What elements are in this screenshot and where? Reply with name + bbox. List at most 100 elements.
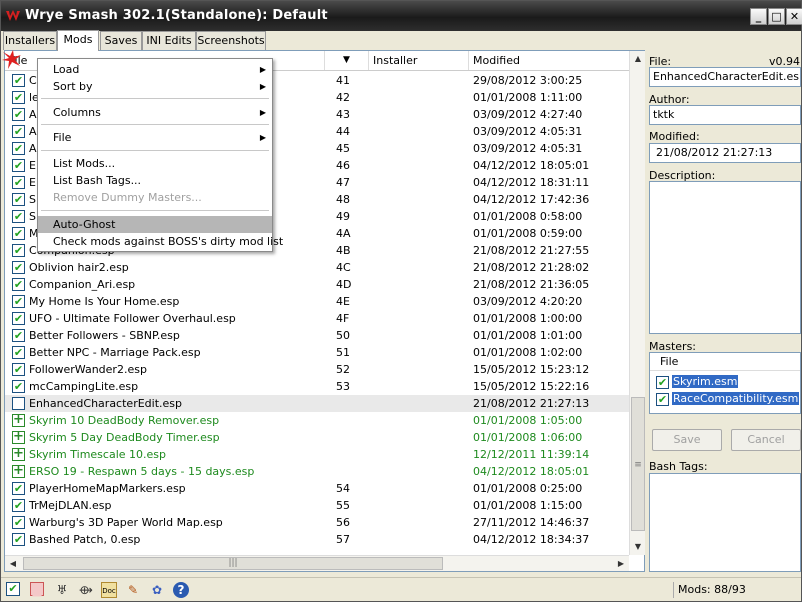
checkmark-icon[interactable]: ✔ (12, 295, 25, 308)
checkmark-icon[interactable]: ✔ (656, 375, 669, 389)
master-row-skyrim[interactable]: ✔ Skyrim.esm (656, 373, 739, 390)
checkmark-icon[interactable]: ✔ (12, 312, 25, 325)
checkmark-icon[interactable]: ✔ (12, 125, 25, 138)
bash-tags-field[interactable] (649, 473, 801, 572)
master-row-racecompat[interactable]: ✔ RaceCompatibility.esm (656, 390, 800, 407)
tab-saves[interactable]: Saves (100, 31, 142, 50)
tab-mods[interactable]: Mods (57, 30, 99, 51)
mod-modified-date: 01/01/2008 1:06:00 (473, 431, 583, 444)
cancel-button[interactable]: Cancel (731, 429, 801, 451)
plus-icon[interactable]: + (12, 464, 25, 478)
table-row[interactable]: + Skyrim Timescale 10.esp 12/12/2011 11:39… (5, 446, 629, 463)
menu-item-list-mods[interactable]: List Mods... (38, 155, 272, 172)
checkmark-icon[interactable]: ✔ (12, 176, 25, 189)
edit-icon[interactable]: ✎ (125, 582, 141, 598)
horizontal-scroll-thumb[interactable]: ||| (23, 557, 443, 570)
checkmark-icon[interactable]: ✔ (12, 261, 25, 274)
check-all-icon[interactable]: ✔ (6, 582, 20, 596)
menu-item-list-bash-tags[interactable]: List Bash Tags... (38, 172, 272, 189)
table-row[interactable]: ✔ Companion_Ari.esp 4D 21/08/2012 21:36:05 (5, 276, 629, 293)
checkmark-icon[interactable]: ✔ (12, 380, 25, 393)
checkmark-icon[interactable]: ✔ (656, 392, 669, 406)
help-icon[interactable]: ? (173, 582, 189, 598)
table-row[interactable]: + ERSO 19 - Respawn 5 days - 15 days.esp 0… (5, 463, 629, 480)
table-row[interactable]: ✔ Oblivion hair2.esp 4C 21/08/2012 21:28:02 (5, 259, 629, 276)
table-row[interactable]: EnhancedCharacterEdit.esp 21/08/2012 21:2… (5, 395, 629, 412)
table-row[interactable]: + Skyrim 10 DeadBody Remover.esp 01/01/200… (5, 412, 629, 429)
submenu-arrow-icon: ▶ (259, 65, 266, 74)
checkmark-icon[interactable]: ✔ (12, 482, 25, 495)
checkmark-icon[interactable]: ✔ (12, 346, 25, 359)
checkbox-empty[interactable] (12, 397, 25, 410)
maximize-button[interactable]: □ (768, 8, 785, 25)
checkmark-icon[interactable]: ✔ (12, 193, 25, 206)
menu-item-auto-ghost[interactable]: Auto-Ghost (38, 216, 272, 233)
tab-ini-edits[interactable]: INI Edits (142, 31, 196, 50)
mod-modified-date: 04/12/2012 18:05:01 (473, 465, 590, 478)
title-bar[interactable]: Wrye Smash 302.1(Standalone): Default _ … (1, 1, 802, 31)
checkmark-icon[interactable]: ✔ (12, 91, 25, 104)
table-row[interactable]: ✔ PlayerHomeMapMarkers.esp 54 01/01/2008 0:… (5, 480, 629, 497)
checkmark-icon[interactable]: ✔ (12, 363, 25, 376)
checkmark-icon[interactable]: ✔ (12, 244, 25, 257)
cursor-splat-icon (2, 50, 21, 69)
horizontal-scrollbar[interactable]: ◀ ||| ▶ (5, 555, 629, 571)
column-installer[interactable]: Installer (369, 51, 469, 70)
scroll-left-icon[interactable]: ◀ (5, 556, 21, 572)
column-modified[interactable]: Modified (469, 51, 629, 70)
checkmark-icon[interactable]: ✔ (12, 108, 25, 121)
table-row[interactable]: ✔ Bashed Patch, 0.esp 57 04/12/2012 18:34:3… (5, 531, 629, 548)
vertical-scrollbar[interactable]: ▲ ≡ ▼ (629, 51, 645, 555)
link-tool-icon[interactable]: ⟴ (78, 582, 94, 598)
menu-item-file[interactable]: File ▶ (38, 129, 272, 146)
checkmark-icon[interactable]: ✔ (12, 533, 25, 546)
scroll-up-icon[interactable]: ▲ (630, 51, 646, 67)
checkmark-icon[interactable]: ✔ (12, 227, 25, 240)
plus-icon[interactable]: + (12, 430, 25, 444)
doc-browser-icon[interactable]: Doc (101, 582, 117, 598)
menu-item-check-boss[interactable]: Check mods against BOSS's dirty mod list (38, 233, 283, 250)
modified-field[interactable]: 21/08/2012 21:27:13 (649, 143, 801, 163)
table-row[interactable]: ✔ UFO - Ultimate Follower Overhaul.esp 4F 0… (5, 310, 629, 327)
save-button[interactable]: Save (652, 429, 722, 451)
table-row[interactable]: ✔ mcCampingLite.esp 53 15/05/2012 15:22:16 (5, 378, 629, 395)
tab-installers[interactable]: Installers (3, 31, 57, 50)
plus-icon[interactable]: + (12, 447, 25, 461)
checkmark-icon[interactable]: ✔ (12, 329, 25, 342)
checkmark-icon[interactable]: ✔ (12, 499, 25, 512)
file-name-field[interactable]: EnhancedCharacterEdit.esp (649, 67, 801, 87)
mod-name: Warburg's 3D Paper World Map.esp (29, 516, 223, 529)
masters-column-file[interactable]: File (660, 355, 678, 368)
menu-item-columns[interactable]: Columns ▶ (38, 104, 272, 121)
checkmark-icon[interactable]: ✔ (12, 159, 25, 172)
table-row[interactable]: + Skyrim 5 Day DeadBody Timer.esp 01/01/20… (5, 429, 629, 446)
table-row[interactable]: ✔ My Home Is Your Home.esp 4E 03/09/2012 4:… (5, 293, 629, 310)
vertical-scroll-thumb[interactable]: ≡ (631, 397, 645, 531)
table-row[interactable]: ✔ FollowerWander2.esp 52 15/05/2012 15:23:1… (5, 361, 629, 378)
mod-name: A (29, 108, 37, 121)
close-button[interactable]: ✕ (786, 8, 802, 25)
table-row[interactable]: ✔ Better Followers - SBNP.esp 50 01/01/2008… (5, 327, 629, 344)
scroll-right-icon[interactable]: ▶ (613, 556, 629, 572)
checkmark-icon[interactable]: ✔ (12, 516, 25, 529)
scroll-down-icon[interactable]: ▼ (630, 539, 646, 555)
table-row[interactable]: ✔ Warburg's 3D Paper World Map.esp 56 27/11… (5, 514, 629, 531)
table-row[interactable]: ✔ TrMejDLAN.esp 55 01/01/2008 1:15:00 (5, 497, 629, 514)
checkmark-icon[interactable]: ✔ (12, 210, 25, 223)
settings-gear-icon[interactable]: ✿ (149, 582, 165, 598)
checkmark-icon[interactable]: ✔ (12, 74, 25, 87)
column-order-sort-icon[interactable]: ▼ (325, 51, 369, 70)
description-field[interactable] (649, 181, 801, 334)
table-row[interactable]: ✔ Better NPC - Marriage Pack.esp 51 01/01/2… (5, 344, 629, 361)
tab-screenshots[interactable]: Screenshots (196, 31, 266, 50)
menu-item-sort-by[interactable]: Sort by ▶ (38, 78, 272, 95)
tool-icon[interactable]: ♅ (54, 582, 70, 598)
menu-item-load[interactable]: Load ▶ (38, 61, 272, 78)
menu-item-remove-dummy-masters[interactable]: Remove Dummy Masters... (38, 189, 272, 206)
checkmark-icon[interactable]: ✔ (12, 142, 25, 155)
checkmark-icon[interactable]: ✔ (12, 278, 25, 291)
uncheck-all-icon[interactable]: ■ (30, 582, 44, 598)
plus-icon[interactable]: + (12, 413, 25, 427)
author-field[interactable]: tktk (649, 105, 801, 125)
minimize-button[interactable]: _ (750, 8, 767, 25)
